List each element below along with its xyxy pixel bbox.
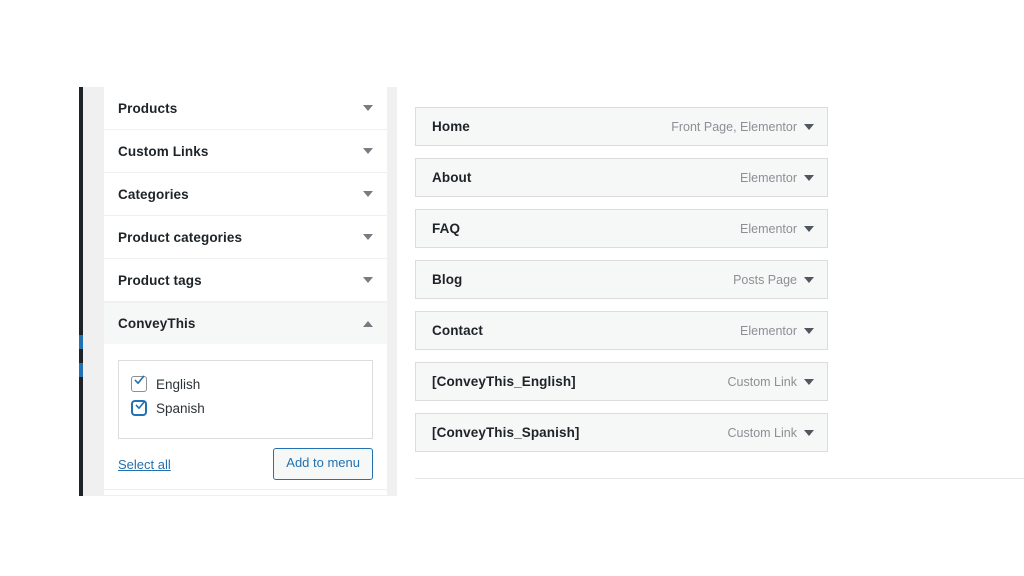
chevron-down-icon[interactable]: [363, 277, 373, 283]
accordion-section-custom-links: Custom Links: [104, 130, 387, 173]
checkbox-label-spanish: Spanish: [156, 400, 205, 416]
accordion-section-conveythis: ConveyThis English Spanish Select all Ad…: [104, 302, 387, 490]
menu-item-type: Elementor: [740, 323, 797, 338]
chevron-down-icon[interactable]: [363, 234, 373, 240]
check-icon: [134, 375, 145, 386]
accordion-section-product-categories: Product categories: [104, 216, 387, 259]
menu-item-type: Front Page, Elementor: [671, 119, 797, 134]
menu-item-row[interactable]: [ConveyThis_English] Custom Link: [415, 362, 828, 401]
menu-item-title: [ConveyThis_Spanish]: [432, 425, 580, 440]
chevron-down-icon[interactable]: [363, 148, 373, 154]
menu-structure-list: Home Front Page, Elementor About Element…: [415, 107, 828, 464]
checkbox-spanish[interactable]: [131, 400, 147, 416]
checkbox-english[interactable]: [131, 375, 147, 392]
menu-item-title: About: [432, 170, 472, 185]
accordion-label: Product categories: [118, 229, 243, 245]
accordion-header-products[interactable]: Products: [104, 87, 387, 129]
menu-item-title: [ConveyThis_English]: [432, 374, 576, 389]
chevron-down-icon[interactable]: [804, 174, 814, 181]
menu-item-type: Custom Link: [727, 425, 797, 440]
select-all-link[interactable]: Select all: [118, 457, 171, 472]
accordion-label: Products: [118, 100, 178, 116]
chevron-down-icon[interactable]: [804, 429, 814, 436]
accordion-label: Categories: [118, 186, 189, 202]
accordion-header-product-tags[interactable]: Product tags: [104, 259, 387, 301]
menu-item-title: Contact: [432, 323, 483, 338]
admin-sidebar-accent-1[interactable]: [79, 335, 83, 349]
check-icon: [135, 400, 146, 411]
conveythis-panel-body: English Spanish: [104, 344, 387, 439]
accordion-section-categories: Categories: [104, 173, 387, 216]
menu-item-row[interactable]: FAQ Elementor: [415, 209, 828, 248]
menu-item-type: Elementor: [740, 221, 797, 236]
chevron-down-icon[interactable]: [804, 276, 814, 283]
accordion-header-conveythis[interactable]: ConveyThis: [104, 302, 387, 344]
menu-item-title: FAQ: [432, 221, 461, 236]
menu-item-title: Home: [432, 119, 470, 134]
accordion-header-product-categories[interactable]: Product categories: [104, 216, 387, 258]
accordion-label: ConveyThis: [118, 316, 196, 331]
menu-item-type: Custom Link: [727, 374, 797, 389]
screenshot-root: Products Custom Links Categories Product…: [0, 0, 1024, 576]
menu-item-type: Posts Page: [733, 272, 797, 287]
language-checkbox-list: English Spanish: [118, 360, 373, 439]
chevron-down-icon[interactable]: [804, 327, 814, 334]
admin-sidebar-accent-2[interactable]: [79, 363, 83, 377]
accordion-header-custom-links[interactable]: Custom Links: [104, 130, 387, 172]
content-divider: [415, 478, 1024, 479]
admin-sidebar-strip: [79, 87, 83, 496]
add-to-menu-button[interactable]: Add to menu: [273, 448, 373, 480]
checkbox-row-spanish[interactable]: Spanish: [131, 396, 360, 420]
checkbox-label-english: English: [156, 376, 201, 392]
menu-item-row[interactable]: About Elementor: [415, 158, 828, 197]
accordion-label: Product tags: [118, 272, 202, 288]
accordion-header-categories[interactable]: Categories: [104, 173, 387, 215]
chevron-down-icon[interactable]: [363, 105, 373, 111]
accordion-section-product-tags: Product tags: [104, 259, 387, 302]
accordion-label: Custom Links: [118, 143, 209, 159]
menu-item-row[interactable]: [ConveyThis_Spanish] Custom Link: [415, 413, 828, 452]
chevron-down-icon[interactable]: [804, 123, 814, 130]
menu-item-row[interactable]: Blog Posts Page: [415, 260, 828, 299]
add-menu-items-panel: Products Custom Links Categories Product…: [104, 87, 387, 495]
menu-item-type: Elementor: [740, 170, 797, 185]
menu-item-row[interactable]: Home Front Page, Elementor: [415, 107, 828, 146]
accordion-section-products: Products: [104, 87, 387, 130]
menu-item-row[interactable]: Contact Elementor: [415, 311, 828, 350]
chevron-down-icon[interactable]: [363, 191, 373, 197]
checkbox-row-english[interactable]: English: [131, 372, 360, 396]
conveythis-actions: Select all Add to menu: [104, 439, 387, 489]
chevron-up-icon[interactable]: [363, 320, 373, 327]
chevron-down-icon[interactable]: [804, 378, 814, 385]
menu-item-title: Blog: [432, 272, 463, 287]
chevron-down-icon[interactable]: [804, 225, 814, 232]
